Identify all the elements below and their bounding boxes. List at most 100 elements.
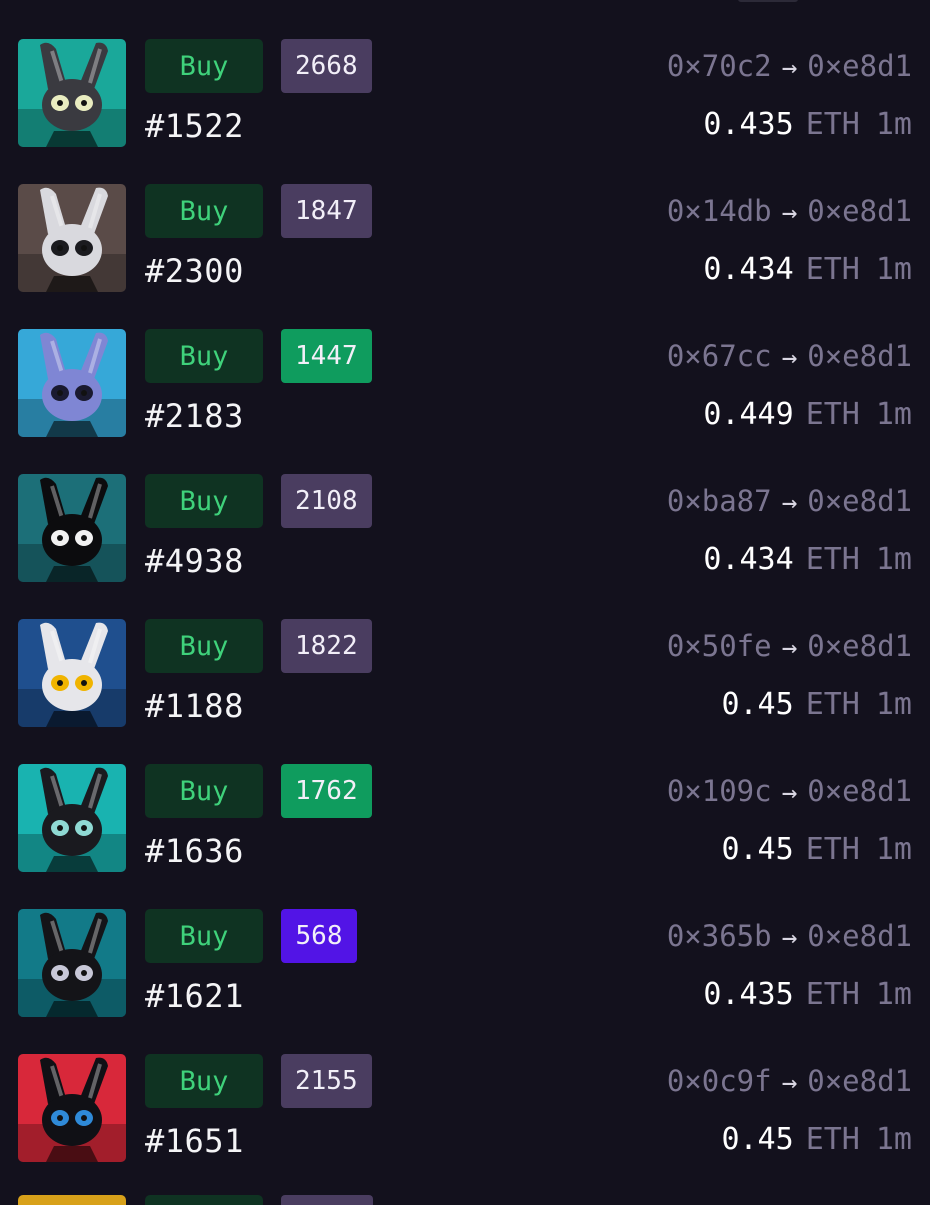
transfer-addresses: 0×0c9f → 0×e8d1 (667, 1064, 912, 1098)
transfer-addresses: 0×14db → 0×e8d1 (667, 194, 912, 228)
rarity-rank-badge: 1447 (281, 329, 372, 383)
sale-age: 1m (875, 397, 912, 432)
to-address[interactable]: 0×e8d1 (807, 484, 912, 518)
arrow-right-icon: → (781, 778, 798, 808)
arrow-right-icon: → (781, 198, 798, 228)
transfer-addresses: 0×ba87 → 0×e8d1 (667, 484, 912, 518)
rarity-rank-badge: 2668 (281, 39, 372, 93)
buy-button[interactable]: Buy (145, 474, 263, 528)
arrow-right-icon: → (781, 633, 798, 663)
from-address[interactable]: 0×0c9f (667, 1064, 772, 1098)
buy-button[interactable]: Buy (145, 619, 263, 673)
transfer-addresses: 0×50fe → 0×e8d1 (667, 629, 912, 663)
price-line: 0.45 ETH 1m (721, 832, 912, 867)
sale-price: 0.45 (721, 832, 794, 867)
arrow-right-icon: → (781, 53, 798, 83)
currency-unit: ETH (805, 832, 860, 867)
arrow-right-icon: → (781, 343, 798, 373)
from-address[interactable]: 0×365b (667, 919, 772, 953)
from-address[interactable]: 0×109c (667, 774, 772, 808)
to-address[interactable]: 0×e8d1 (807, 1064, 912, 1098)
token-id[interactable]: #1522 (145, 107, 244, 145)
sale-row[interactable]: Buy 1847 #2300 0×14db → 0×e8d1 0.434 ETH 1m (0, 184, 930, 329)
token-id[interactable]: #1621 (145, 977, 244, 1015)
sale-row[interactable]: Buy 2668 #1522 0×70c2 → 0×e8d1 0.435 ETH 1m (0, 39, 930, 184)
nft-thumbnail[interactable] (18, 1054, 126, 1162)
nft-thumbnail[interactable] (18, 474, 126, 582)
sale-age: 1m (875, 107, 912, 142)
top-tab-indicator (738, 0, 798, 2)
buy-button[interactable]: Buy (145, 764, 263, 818)
price-line: 0.45 ETH 1m (721, 687, 912, 722)
to-address[interactable]: 0×e8d1 (807, 339, 912, 373)
transfer-addresses: 0×109c → 0×e8d1 (667, 774, 912, 808)
currency-unit: ETH (805, 687, 860, 722)
buy-button[interactable]: Buy (145, 329, 263, 383)
token-id[interactable]: #2183 (145, 397, 244, 435)
currency-unit: ETH (805, 1122, 860, 1157)
from-address[interactable]: 0×67cc (667, 339, 772, 373)
arrow-right-icon: → (781, 923, 798, 953)
sale-age: 1m (875, 832, 912, 867)
buy-button[interactable]: Buy (145, 1054, 263, 1108)
price-line: 0.435 ETH 1m (703, 107, 912, 142)
nft-thumbnail[interactable] (18, 329, 126, 437)
sale-row[interactable]: Buy 1762 #1636 0×109c → 0×e8d1 0.45 ETH 1m (0, 764, 930, 909)
from-address[interactable]: 0×14db (667, 194, 772, 228)
currency-unit: ETH (805, 542, 860, 577)
to-address[interactable]: 0×e8d1 (807, 774, 912, 808)
to-address[interactable]: 0×e8d1 (807, 919, 912, 953)
to-address[interactable]: 0×e8d1 (807, 194, 912, 228)
sale-age: 1m (875, 977, 912, 1012)
nft-thumbnail[interactable] (18, 39, 126, 147)
sale-row[interactable]: Buy 1822 #1188 0×50fe → 0×e8d1 0.45 ETH 1m (0, 619, 930, 764)
from-address[interactable]: 0×70c2 (667, 49, 772, 83)
to-address[interactable]: 0×e8d1 (807, 629, 912, 663)
sale-price: 0.45 (721, 1122, 794, 1157)
currency-unit: ETH (805, 977, 860, 1012)
nft-thumbnail[interactable] (18, 184, 126, 292)
nft-thumbnail[interactable] (18, 764, 126, 872)
sale-price: 0.45 (721, 687, 794, 722)
rarity-rank-badge: 1847 (281, 184, 372, 238)
currency-unit: ETH (805, 252, 860, 287)
rarity-rank-badge: 568 (281, 909, 357, 963)
sale-age: 1m (875, 252, 912, 287)
rarity-rank-badge: 2155 (281, 1054, 372, 1108)
transfer-addresses: 0×70c2 → 0×e8d1 (667, 49, 912, 83)
buy-button[interactable]: Buy (145, 909, 263, 963)
token-id[interactable]: #1188 (145, 687, 244, 725)
sale-price: 0.434 (703, 542, 794, 577)
sale-row[interactable]: Buy 1447 #2183 0×67cc → 0×e8d1 0.449 ETH 1m (0, 329, 930, 474)
nft-thumbnail[interactable] (18, 909, 126, 1017)
token-id[interactable]: #1636 (145, 832, 244, 870)
sale-price: 0.435 (703, 107, 794, 142)
from-address[interactable]: 0×50fe (667, 629, 772, 663)
token-id[interactable]: #2300 (145, 252, 244, 290)
transfer-addresses: 0×67cc → 0×e8d1 (667, 339, 912, 373)
from-address[interactable]: 0×ba87 (667, 484, 772, 518)
buy-button[interactable]: Buy (145, 184, 263, 238)
transfer-addresses: 0×365b → 0×e8d1 (667, 919, 912, 953)
sale-row[interactable]: Buy 2155 #1651 0×0c9f → 0×e8d1 0.45 ETH 1m (0, 1054, 930, 1199)
sale-price: 0.434 (703, 252, 794, 287)
rarity-rank-badge: 2108 (281, 474, 372, 528)
sale-row[interactable]: Buy 2108 #4938 0×ba87 → 0×e8d1 0.434 ETH 1m (0, 474, 930, 619)
arrow-right-icon: → (781, 1068, 798, 1098)
token-id[interactable]: #1651 (145, 1122, 244, 1160)
next-row-partial (0, 1195, 930, 1205)
sale-row[interactable]: Buy 568 #1621 0×365b → 0×e8d1 0.435 ETH 1m (0, 909, 930, 1054)
sale-age: 1m (875, 1122, 912, 1157)
sale-age: 1m (875, 542, 912, 577)
to-address[interactable]: 0×e8d1 (807, 49, 912, 83)
sale-age: 1m (875, 687, 912, 722)
price-line: 0.449 ETH 1m (703, 397, 912, 432)
price-line: 0.434 ETH 1m (703, 252, 912, 287)
token-id[interactable]: #4938 (145, 542, 244, 580)
sale-price: 0.435 (703, 977, 794, 1012)
nft-thumbnail[interactable] (18, 619, 126, 727)
price-line: 0.435 ETH 1m (703, 977, 912, 1012)
currency-unit: ETH (805, 107, 860, 142)
rarity-rank-badge: 1822 (281, 619, 372, 673)
buy-button[interactable]: Buy (145, 39, 263, 93)
